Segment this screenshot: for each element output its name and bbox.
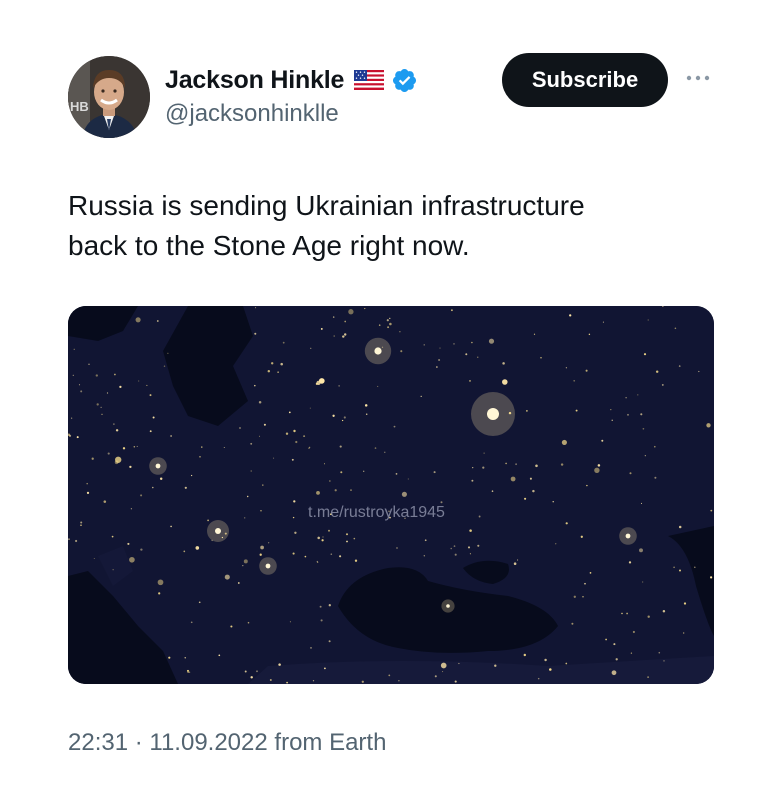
tweet-source: from Earth — [267, 729, 387, 756]
more-horizontal-icon[interactable] — [683, 68, 713, 88]
avatar[interactable]: HB — [68, 56, 150, 138]
tweet-meta: 22:31 · 11.09.2022 from Earth — [68, 729, 386, 757]
display-name[interactable]: Jackson Hinkle — [165, 66, 344, 95]
night-satellite-map-icon — [68, 306, 714, 684]
tweet-media-image[interactable]: t.me/rustroyka1945 — [68, 306, 714, 684]
meta-separator: · — [128, 729, 150, 756]
us-flag-icon — [354, 70, 385, 90]
avatar-photo-icon: HB — [68, 56, 150, 138]
media-watermark: t.me/rustroyka1945 — [308, 504, 445, 521]
author-name-row[interactable]: Jackson Hinkle — [165, 63, 418, 97]
tweet-time[interactable]: 22:31 — [68, 729, 128, 757]
tweet-text-line: back to the Stone Age right now. — [68, 230, 470, 261]
tweet-date[interactable]: 11.09.2022 — [149, 729, 267, 757]
tweet-text-line: Russia is sending Ukrainian infrastructu… — [68, 190, 585, 221]
svg-text:HB: HB — [70, 99, 89, 114]
subscribe-button[interactable]: Subscribe — [502, 53, 668, 107]
verified-badge-icon[interactable] — [391, 67, 418, 94]
tweet-text: Russia is sending Ukrainian infrastructu… — [68, 186, 718, 266]
author-handle[interactable]: @jacksonhinklle — [165, 100, 339, 128]
